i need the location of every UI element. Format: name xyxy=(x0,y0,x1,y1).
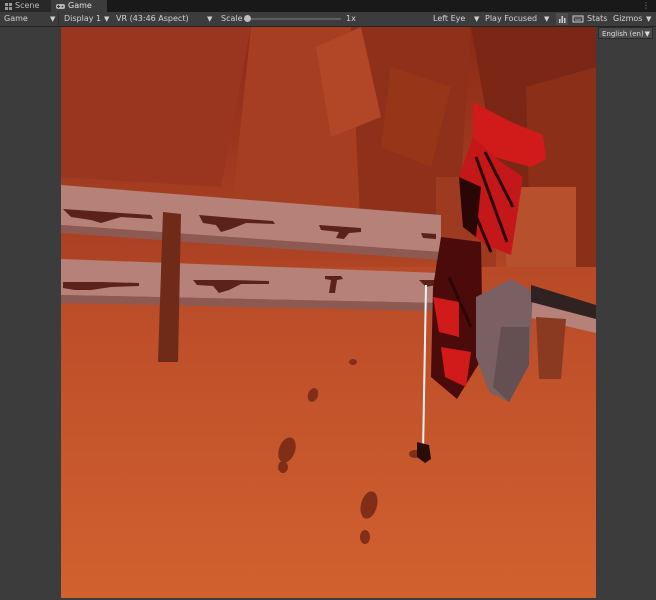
scale-slider-handle[interactable] xyxy=(244,15,251,22)
tab-game-label: Game xyxy=(68,1,92,10)
eye-dropdown[interactable]: Left Eye xyxy=(433,12,465,26)
chevron-down-icon: ▼ xyxy=(644,30,650,38)
chevron-down-icon: ▼ xyxy=(474,15,480,23)
play-mode-dropdown[interactable]: Play Focused xyxy=(485,12,537,26)
chevron-down-icon: ▼ xyxy=(207,15,213,23)
tab-scene-label: Scene xyxy=(15,1,40,10)
stats-button[interactable]: Stats xyxy=(587,12,607,26)
kebab-menu-icon[interactable]: ⋮ xyxy=(642,1,650,10)
tab-game[interactable]: Game xyxy=(51,0,107,12)
language-dropdown-label: English (en) xyxy=(602,30,644,38)
chevron-down-icon: ▼ xyxy=(646,15,652,23)
chevron-down-icon: ▼ xyxy=(50,15,56,23)
chevron-down-icon: ▼ xyxy=(544,15,550,23)
scale-slider[interactable] xyxy=(247,18,341,20)
language-dropdown[interactable]: English (en) ▼ xyxy=(598,27,653,39)
grid-icon xyxy=(5,2,12,10)
tab-scene[interactable]: Scene xyxy=(0,0,53,12)
gizmos-button[interactable]: Gizmos xyxy=(613,12,642,26)
aspect-dropdown[interactable]: VR (43:46 Aspect) xyxy=(116,12,189,26)
scale-label: Scale xyxy=(221,14,243,23)
keyboard-icon[interactable] xyxy=(572,13,584,25)
mode-dropdown[interactable]: Game xyxy=(4,12,28,26)
game-scene xyxy=(61,27,596,598)
audio-levels-icon[interactable] xyxy=(556,13,568,25)
gamepad-icon xyxy=(56,3,65,9)
editor-tab-bar: Scene Game ⋮ xyxy=(0,0,656,12)
chevron-down-icon: ▼ xyxy=(104,15,110,23)
game-viewport[interactable] xyxy=(61,27,596,598)
scale-value: 1x xyxy=(346,14,356,23)
